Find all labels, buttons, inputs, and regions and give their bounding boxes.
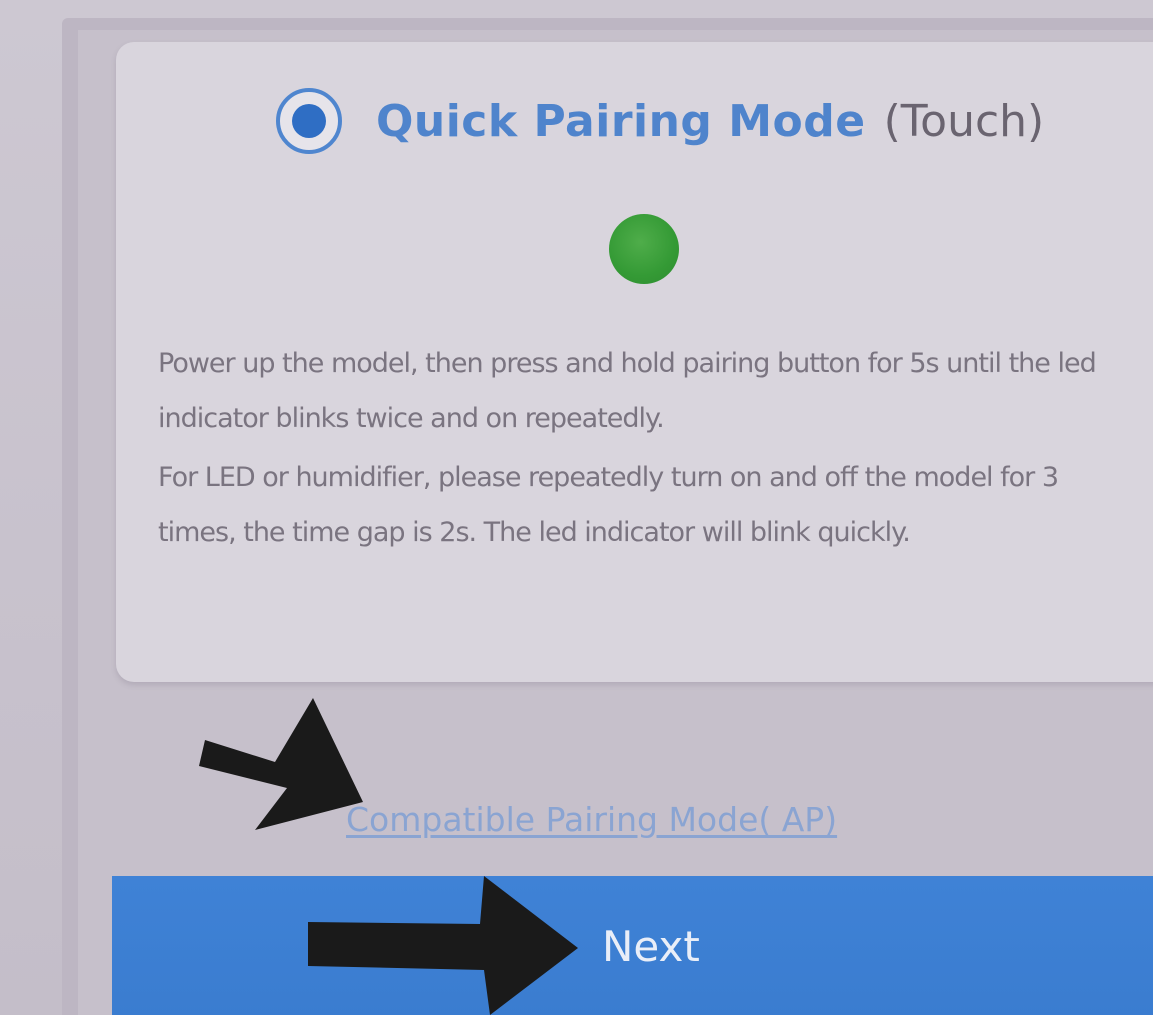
arrow-annotation-icon [199,698,363,830]
radio-dot-icon [292,104,326,138]
photo-frame: Quick Pairing Mode (Touch) Power up the … [0,0,1153,1015]
led-indicator-icon [609,214,679,284]
pairing-instructions: Power up the model, then press and hold … [158,336,1128,564]
instruction-text-1: Power up the model, then press and hold … [158,348,1097,434]
radio-button-selected[interactable] [276,88,342,154]
mode-subtitle: (Touch) [883,95,1045,147]
instruction-text-2: For LED or humidifier, please repeatedly… [158,462,1059,548]
mode-title: Quick Pairing Mode [376,95,866,147]
arrow-annotation-icon [308,876,578,1015]
pairing-mode-option[interactable]: Quick Pairing Mode (Touch) [276,86,1044,156]
compatible-pairing-mode-link[interactable]: Compatible Pairing Mode( AP) [346,800,837,839]
next-button-label: Next [602,922,700,971]
